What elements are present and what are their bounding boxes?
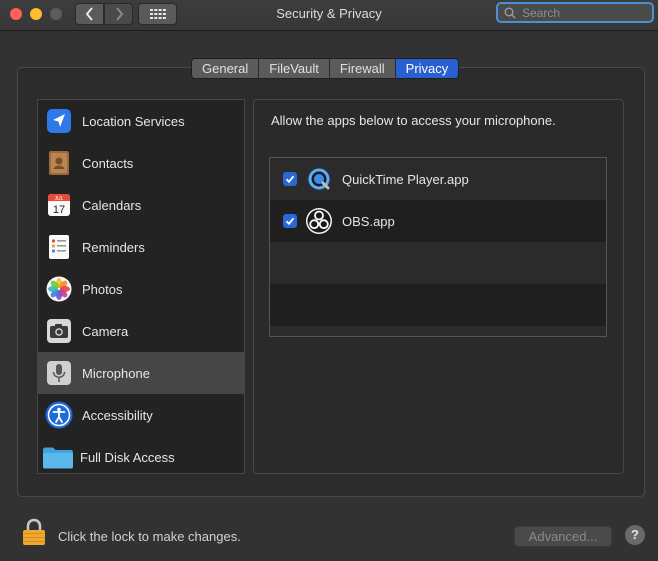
tab-privacy[interactable]: Privacy (395, 59, 459, 78)
checkmark-icon (285, 175, 295, 184)
location-arrow-icon (45, 107, 73, 135)
sidebar-item-calendars[interactable]: JUL 17 Calendars (38, 184, 244, 226)
calendar-month: JUL (55, 196, 64, 202)
list-item[interactable]: OBS.app (270, 200, 606, 242)
sidebar-item-label: Reminders (82, 239, 145, 255)
empty-list-row (270, 284, 606, 326)
lock-button[interactable] (22, 518, 46, 551)
obs-icon (306, 208, 332, 234)
access-prompt: Allow the apps below to access your micr… (271, 113, 556, 128)
titlebar: Security & Privacy (0, 0, 658, 31)
sidebar-item-microphone[interactable]: Microphone (38, 352, 244, 394)
sidebar-item-camera[interactable]: Camera (38, 310, 244, 352)
accessibility-icon (45, 401, 73, 429)
sidebar-item-label: Contacts (82, 155, 134, 171)
lock-hint: Click the lock to make changes. (58, 529, 241, 544)
calendar-day: 17 (53, 204, 65, 216)
tab-firewall[interactable]: Firewall (329, 59, 396, 78)
app-access-checkbox[interactable] (283, 214, 297, 228)
sidebar-item-reminders[interactable]: Reminders (38, 226, 244, 268)
checkmark-icon (285, 217, 295, 226)
sidebar-item-photos[interactable]: Photos (38, 268, 244, 310)
tab-bar: General FileVault Firewall Privacy (191, 58, 460, 79)
sidebar-item-label: Microphone (82, 365, 150, 381)
folder-icon (42, 443, 74, 471)
sidebar-item-accessibility[interactable]: Accessibility (38, 394, 244, 436)
sidebar-item-label: Accessibility (82, 407, 153, 423)
sidebar-item-location-services[interactable]: Location Services (38, 100, 244, 142)
sidebar-item-label: Calendars (82, 197, 142, 213)
privacy-category-list: Location Services Contacts JUL 17 Calenda… (37, 99, 245, 474)
sidebar-item-full-disk-access[interactable]: Full Disk Access (38, 436, 244, 478)
help-button[interactable]: ? (625, 525, 645, 545)
app-name: OBS.app (342, 213, 395, 229)
camera-icon (45, 317, 73, 345)
sidebar-item-label: Camera (82, 323, 129, 339)
quicktime-icon (306, 166, 332, 192)
tab-general[interactable]: General (192, 59, 260, 78)
advanced-button[interactable]: Advanced... (514, 526, 612, 547)
sidebar-item-contacts[interactable]: Contacts (38, 142, 244, 184)
search-input[interactable] (520, 4, 644, 21)
tab-filevault[interactable]: FileVault (259, 59, 330, 78)
contacts-book-icon (45, 149, 73, 177)
app-access-list: QuickTime Player.app OBS.app (269, 157, 607, 337)
list-item[interactable]: QuickTime Player.app (270, 158, 606, 200)
padlock-icon (23, 518, 45, 545)
sidebar-item-label: Full Disk Access (80, 449, 175, 465)
search-icon (504, 7, 516, 19)
empty-list-row (270, 326, 606, 336)
empty-list-row (270, 242, 606, 284)
search-field[interactable] (496, 2, 654, 23)
app-access-checkbox[interactable] (283, 172, 297, 186)
microphone-icon (45, 359, 73, 387)
calendar-icon: JUL 17 (45, 191, 73, 219)
photos-flower-icon (45, 275, 73, 303)
sidebar-item-label: Photos (82, 281, 123, 297)
sidebar-item-label: Location Services (82, 113, 185, 129)
app-name: QuickTime Player.app (342, 171, 469, 187)
reminders-list-icon (45, 233, 73, 261)
